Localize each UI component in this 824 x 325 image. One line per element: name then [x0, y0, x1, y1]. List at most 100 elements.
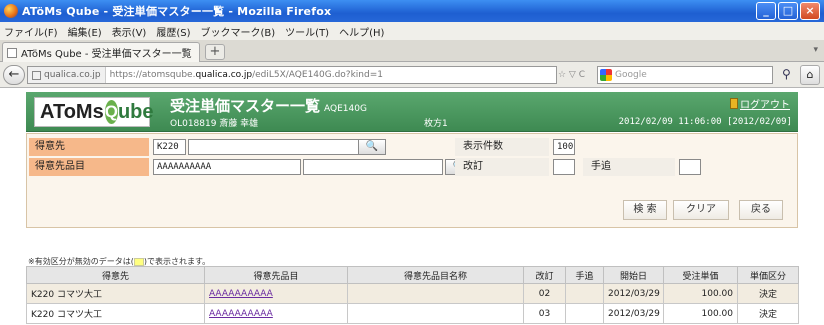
url-suffix: /ediL5X/AQE140G.do?kind=1 [252, 70, 383, 80]
cell-price-type: 決定 [737, 283, 799, 304]
customer-code-input[interactable]: K220 [153, 139, 186, 155]
url-prefix: https://atomsqube. [109, 70, 196, 80]
customer-item-link[interactable]: AAAAAAAAAA [209, 309, 273, 319]
logout-link[interactable]: ログアウト [730, 96, 790, 111]
customer-item-link[interactable]: AAAAAAAAAA [209, 289, 273, 299]
page-content: AToMs Q ube 受注単価マスター一覧 AQE140G OL018819 斎… [0, 88, 824, 325]
cell-revision: 03 [523, 303, 566, 324]
app-header: AToMs Q ube 受注単価マスター一覧 AQE140G OL018819 斎… [26, 92, 798, 132]
window-title: ATöMs Qube - 受注単価マスター一覧 - Mozilla Firefo… [22, 5, 332, 18]
cell-price-type: 決定 [737, 303, 799, 324]
logo-text: AToMs [40, 100, 104, 123]
tab-bar: ATöMs Qube - 受注単価マスター一覧 + ▾ [0, 40, 824, 62]
inactive-color-swatch [133, 257, 144, 266]
customer-label: 得意先 [29, 138, 149, 156]
col-suffix[interactable]: 手追 [565, 266, 604, 284]
page-title: 受注単価マスター一覧 AQE140G [170, 95, 367, 116]
menu-history[interactable]: 履歴(S) [156, 24, 190, 39]
url-text[interactable]: https://atomsqube.qualica.co.jp/ediL5X/A… [106, 70, 383, 80]
logo-q: Q [104, 100, 118, 124]
menu-tools[interactable]: ツール(T) [285, 24, 329, 39]
search-button[interactable]: 検 索 [623, 200, 667, 220]
cell-customer-item-name [347, 283, 524, 304]
url-domain: qualica.co.jp [195, 70, 253, 80]
cell-customer-item-name [347, 303, 524, 324]
menu-file[interactable]: ファイル(F) [4, 24, 58, 39]
customer-item-name-input[interactable] [303, 159, 443, 175]
google-icon [600, 69, 612, 81]
screen-code: AQE140G [324, 104, 367, 114]
browser-tab[interactable]: ATöMs Qube - 受注単価マスター一覧 [2, 42, 200, 62]
logout-label: ログアウト [740, 100, 790, 111]
revision-label: 改訂 [455, 158, 549, 176]
atoms-qube-logo: AToMs Q ube [34, 97, 154, 127]
unit-price-table: 得意先 得意先品目 得意先品目名称 改訂 手追 開始日 受注単価 単価区分 K2… [26, 266, 799, 324]
cell-suffix [565, 283, 604, 304]
close-button[interactable]: × [800, 2, 820, 20]
col-customer-item[interactable]: 得意先品目 [204, 266, 348, 284]
menu-bookmarks[interactable]: ブックマーク(B) [201, 24, 276, 39]
cell-customer: K220 コマツ大工 [26, 303, 205, 324]
suffix-input[interactable] [679, 159, 701, 175]
site-identity[interactable]: qualica.co.jp [28, 67, 106, 83]
back-button[interactable]: ← [3, 65, 25, 85]
customer-name-input[interactable] [188, 139, 380, 155]
firefox-logo-icon [4, 4, 18, 18]
user-info: OL018819 斎藤 幸雄 [170, 119, 259, 129]
window-title-bar: ATöMs Qube - 受注単価マスター一覧 - Mozilla Firefo… [0, 0, 824, 22]
logout-icon [730, 98, 738, 109]
cell-unit-price: 100.00 [663, 283, 738, 304]
app-container: AToMs Q ube 受注単価マスター一覧 AQE140G OL018819 斎… [26, 92, 799, 325]
cell-unit-price: 100.00 [663, 303, 738, 324]
maximize-button[interactable]: □ [778, 2, 798, 20]
col-start-date[interactable]: 開始日 [603, 266, 664, 284]
col-customer[interactable]: 得意先 [26, 266, 205, 284]
customer-item-label: 得意先品目 [29, 158, 149, 176]
menu-edit[interactable]: 編集(E) [68, 24, 102, 39]
customer-lookup-icon[interactable]: 🔍 [358, 139, 386, 155]
menu-view[interactable]: 表示(V) [112, 24, 147, 39]
system-datetime: 2012/02/09 11:06:00 [2012/02/09] [618, 117, 792, 127]
minimize-button[interactable]: _ [756, 2, 776, 20]
cell-customer: K220 コマツ大工 [26, 283, 205, 304]
revision-input[interactable] [553, 159, 575, 175]
tab-label: ATöMs Qube - 受注単価マスター一覧 [21, 49, 192, 60]
col-unit-price[interactable]: 受注単価 [663, 266, 738, 284]
site-identity-label: qualica.co.jp [44, 70, 101, 80]
table-row[interactable]: K220 コマツ大工 AAAAAAAAAA 02 2012/03/29 100.… [26, 283, 799, 304]
back-nav-button[interactable]: 戻る [739, 200, 783, 220]
col-customer-item-name[interactable]: 得意先品目名称 [347, 266, 524, 284]
table-row[interactable]: K220 コマツ大工 AAAAAAAAAA 03 2012/03/29 100.… [26, 303, 799, 324]
note-after: )で表示されます。 [143, 257, 211, 266]
tab-list-chevron-icon[interactable]: ▾ [813, 45, 818, 55]
page-title-text: 受注単価マスター一覧 [170, 97, 321, 115]
customer-item-code-input[interactable]: AAAAAAAAAA [153, 159, 301, 175]
search-placeholder: Google [615, 70, 647, 80]
search-icon[interactable]: ⚲ [782, 67, 791, 81]
branch-name: 枚方1 [424, 119, 448, 129]
display-count-input[interactable]: 100 [553, 139, 575, 155]
search-box[interactable]: Google [597, 66, 773, 84]
filter-panel: 得意先 K220 🔍 得意先品目 AAAAAAAAAA 🔍 表示件数 100 改… [26, 133, 798, 228]
col-revision[interactable]: 改訂 [523, 266, 566, 284]
window-controls: _ □ × [756, 2, 820, 20]
logo-suffix: ube [117, 100, 154, 123]
col-price-type[interactable]: 単価区分 [737, 266, 799, 284]
cell-start-date: 2012/03/29 [603, 283, 664, 304]
note-before: ※有効区分が無効のデータは( [28, 257, 134, 266]
display-count-label: 表示件数 [455, 138, 549, 156]
globe-icon [32, 70, 41, 80]
clear-button[interactable]: クリア [673, 200, 729, 220]
table-header-row: 得意先 得意先品目 得意先品目名称 改訂 手追 開始日 受注単価 単価区分 [26, 266, 799, 284]
new-tab-button[interactable]: + [205, 44, 225, 60]
suffix-label: 手追 [583, 158, 675, 176]
navigation-bar: ← qualica.co.jp https://atomsqube.qualic… [0, 62, 824, 88]
cell-suffix [565, 303, 604, 324]
url-bar[interactable]: qualica.co.jp https://atomsqube.qualica.… [27, 66, 557, 84]
menu-help[interactable]: ヘルプ(H) [339, 24, 384, 39]
cell-revision: 02 [523, 283, 566, 304]
url-controls[interactable]: ☆ ▽ C [558, 70, 585, 80]
home-button[interactable]: ⌂ [800, 65, 820, 85]
menu-bar: ファイル(F) 編集(E) 表示(V) 履歴(S) ブックマーク(B) ツール(… [0, 22, 824, 40]
page-favicon-icon [7, 47, 17, 58]
